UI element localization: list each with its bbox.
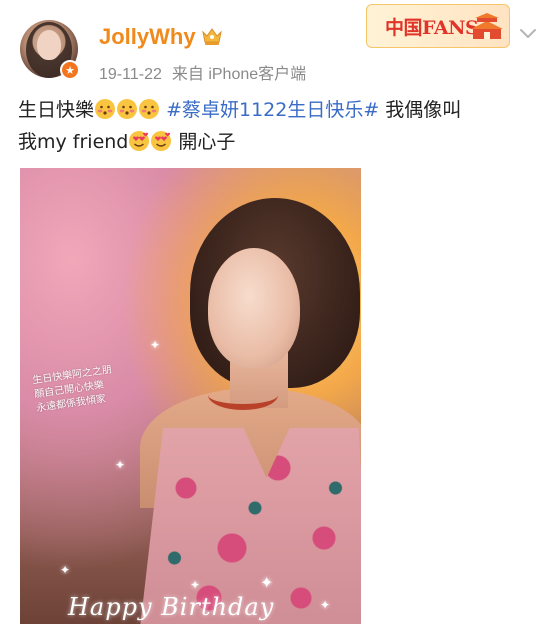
sparkle-icon: ✦ xyxy=(190,578,201,592)
photo-necklace xyxy=(208,380,278,410)
sparkle-icon: ✦ xyxy=(150,338,161,352)
gate-icon xyxy=(471,13,503,39)
photo-face xyxy=(208,248,300,368)
blush-emoji-icon xyxy=(139,99,160,119)
weibo-post-card: ★ JollyWhy 19-11-22 来自 iPhone客户端 中国FANS xyxy=(0,0,554,633)
photo-caption: Happy Birthday xyxy=(68,593,275,621)
post-text-friend: 我my friend xyxy=(18,131,129,153)
post-source-prefix: 来自 xyxy=(171,66,204,83)
fans-badge[interactable]: 中国FANS xyxy=(366,4,510,48)
post-text: 生日快樂 #蔡卓妍1122生日快乐# 我偶像叫 我my friend 開心子 xyxy=(18,94,538,158)
crown-icon xyxy=(202,28,222,45)
sparkle-icon: ✦ xyxy=(320,598,331,612)
post-text-idol: 我偶像叫 xyxy=(379,99,462,121)
post-header: ★ JollyWhy 19-11-22 来自 iPhone客户端 中国FANS xyxy=(0,0,554,92)
chevron-down-icon[interactable] xyxy=(517,22,539,44)
post-photo[interactable]: 生日快樂阿之之朋 願自己開心快樂 永遠都係我傾家 ✦ ✦ ✦ ✦ ✦ ✦ Hap… xyxy=(20,168,361,624)
handwritten-note: 生日快樂阿之之朋 願自己開心快樂 永遠都係我傾家 xyxy=(32,358,157,416)
username[interactable]: JollyWhy xyxy=(99,24,196,50)
blush-emoji-icon xyxy=(95,99,116,119)
post-meta: 19-11-22 来自 iPhone客户端 xyxy=(99,60,306,84)
post-text-line-1: 生日快樂 #蔡卓妍1122生日快乐# 我偶像叫 xyxy=(18,94,538,126)
smiling-face-hearts-emoji-icon xyxy=(151,131,172,151)
sparkle-icon: ✦ xyxy=(115,458,126,472)
post-date: 19-11-22 xyxy=(99,66,162,83)
blush-emoji-icon xyxy=(117,99,138,119)
smiling-face-hearts-emoji-icon xyxy=(129,131,150,151)
post-text-nickname: 開心子 xyxy=(172,131,236,153)
post-text-line-2: 我my friend 開心子 xyxy=(18,126,538,158)
fans-badge-text: 中国FANS xyxy=(385,17,479,39)
sparkle-icon: ✦ xyxy=(260,573,274,592)
verified-badge-icon: ★ xyxy=(60,60,80,80)
post-text-birthday: 生日快樂 xyxy=(18,99,95,121)
sparkle-icon: ✦ xyxy=(60,563,71,577)
post-source[interactable]: iPhone客户端 xyxy=(208,66,306,83)
hashtag-link[interactable]: #蔡卓妍1122生日快乐# xyxy=(166,99,379,121)
avatar-face xyxy=(37,30,61,60)
